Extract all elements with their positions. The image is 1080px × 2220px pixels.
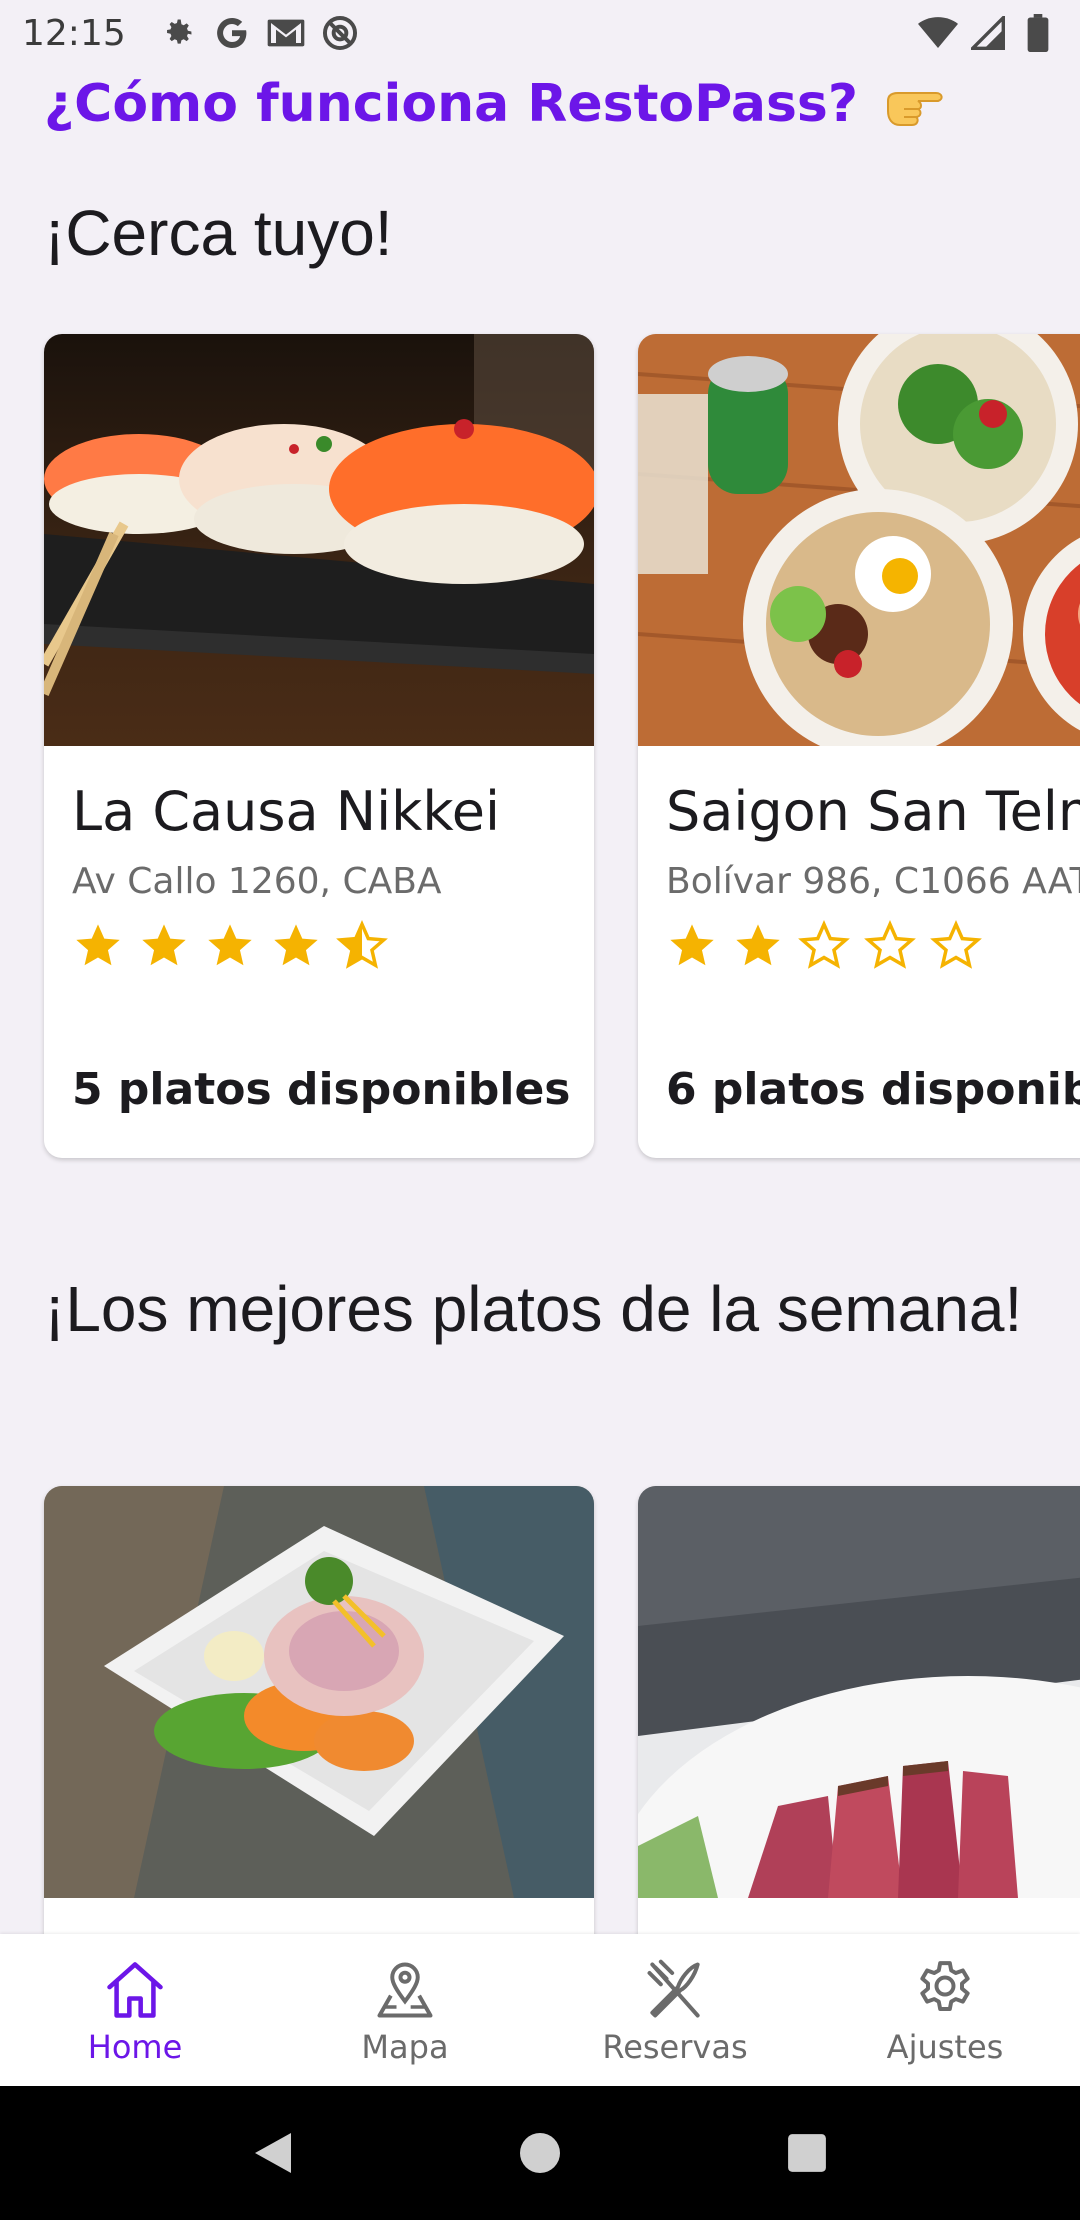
signal-icon	[968, 13, 1008, 53]
nav-home[interactable]: Home	[0, 1934, 270, 2086]
star-half-icon	[336, 920, 388, 972]
ceviche-photo	[44, 1486, 594, 1898]
star-full-icon	[138, 920, 190, 972]
star-empty-icon	[798, 920, 850, 972]
restaurant-card-body: La Causa Nikkei Av Callo 1260, CABA 5 pl…	[44, 746, 594, 1158]
recents-icon[interactable]	[777, 2123, 837, 2183]
status-right	[918, 13, 1058, 53]
star-full-icon	[732, 920, 784, 972]
nav-map[interactable]: Mapa	[270, 1934, 540, 2086]
battery-icon	[1018, 13, 1058, 53]
fork-knife-icon	[639, 1954, 711, 2026]
nav-reservations[interactable]: Reservas	[540, 1934, 810, 2086]
star-empty-icon	[864, 920, 916, 972]
home-circle-icon[interactable]	[510, 2123, 570, 2183]
status-bar: 12:15	[0, 0, 1080, 66]
nav-label: Reservas	[602, 2028, 748, 2066]
bottom-navigation: Home Mapa Reservas Ajustes	[0, 1934, 1080, 2086]
dish-card[interactable]	[44, 1486, 594, 1934]
rating-stars	[666, 920, 1080, 972]
best-dishes-carousel[interactable]	[44, 1486, 1080, 1934]
gear-icon	[909, 1954, 981, 2026]
map-pin-icon	[369, 1954, 441, 2026]
gmail-icon	[266, 13, 306, 53]
dish-card[interactable]	[638, 1486, 1080, 1934]
home-icon	[99, 1954, 171, 2026]
available-dishes: 6 platos disponibles	[666, 1064, 1080, 1115]
how-it-works-link[interactable]: ¿Cómo funciona RestoPass?	[44, 74, 954, 134]
back-icon[interactable]	[243, 2123, 303, 2183]
nav-label: Ajustes	[886, 2028, 1004, 2066]
restaurant-card[interactable]: Saigon San Telmo Bolívar 986, C1066 AAT,…	[638, 334, 1080, 1158]
star-full-icon	[666, 920, 718, 972]
available-dishes: 5 platos disponibles	[72, 1064, 571, 1115]
restaurant-card-body: Saigon San Telmo Bolívar 986, C1066 AAT,…	[638, 746, 1080, 1158]
restaurant-name: Saigon San Telmo	[666, 780, 1080, 843]
google-icon	[212, 13, 252, 53]
settings-icon	[158, 13, 198, 53]
best-dishes-section-title: ¡Los mejores platos de la semana!	[44, 1273, 1023, 1345]
star-full-icon	[72, 920, 124, 972]
nav-label: Mapa	[361, 2028, 449, 2066]
wifi-icon	[918, 13, 958, 53]
restaurant-address: Av Callo 1260, CABA	[72, 861, 442, 902]
status-time: 12:15	[22, 12, 126, 54]
nav-settings[interactable]: Ajustes	[810, 1934, 1080, 2086]
vietnamese-food-photo	[638, 334, 1080, 746]
seared-tuna-photo	[638, 1486, 1080, 1898]
status-left: 12:15	[22, 13, 360, 54]
restaurant-card[interactable]: La Causa Nikkei Av Callo 1260, CABA 5 pl…	[44, 334, 594, 1158]
at-sign-icon	[320, 13, 360, 53]
restaurant-name: La Causa Nikkei	[72, 780, 500, 843]
main-content[interactable]: ¿Cómo funciona RestoPass? ¡Cerca tuyo! L…	[0, 66, 1080, 1934]
pointing-hand-icon	[884, 79, 954, 129]
how-it-works-label: ¿Cómo funciona RestoPass?	[44, 74, 859, 134]
star-empty-icon	[930, 920, 982, 972]
rating-stars	[72, 920, 566, 972]
star-full-icon	[270, 920, 322, 972]
restaurant-address: Bolívar 986, C1066 AAT, CABA	[666, 861, 1080, 902]
star-full-icon	[204, 920, 256, 972]
system-navigation-bar	[0, 2086, 1080, 2220]
near-restaurants-carousel[interactable]: La Causa Nikkei Av Callo 1260, CABA 5 pl…	[44, 334, 1080, 1158]
nav-label: Home	[87, 2028, 183, 2066]
sushi-photo	[44, 334, 594, 746]
near-section-title: ¡Cerca tuyo!	[44, 197, 393, 269]
